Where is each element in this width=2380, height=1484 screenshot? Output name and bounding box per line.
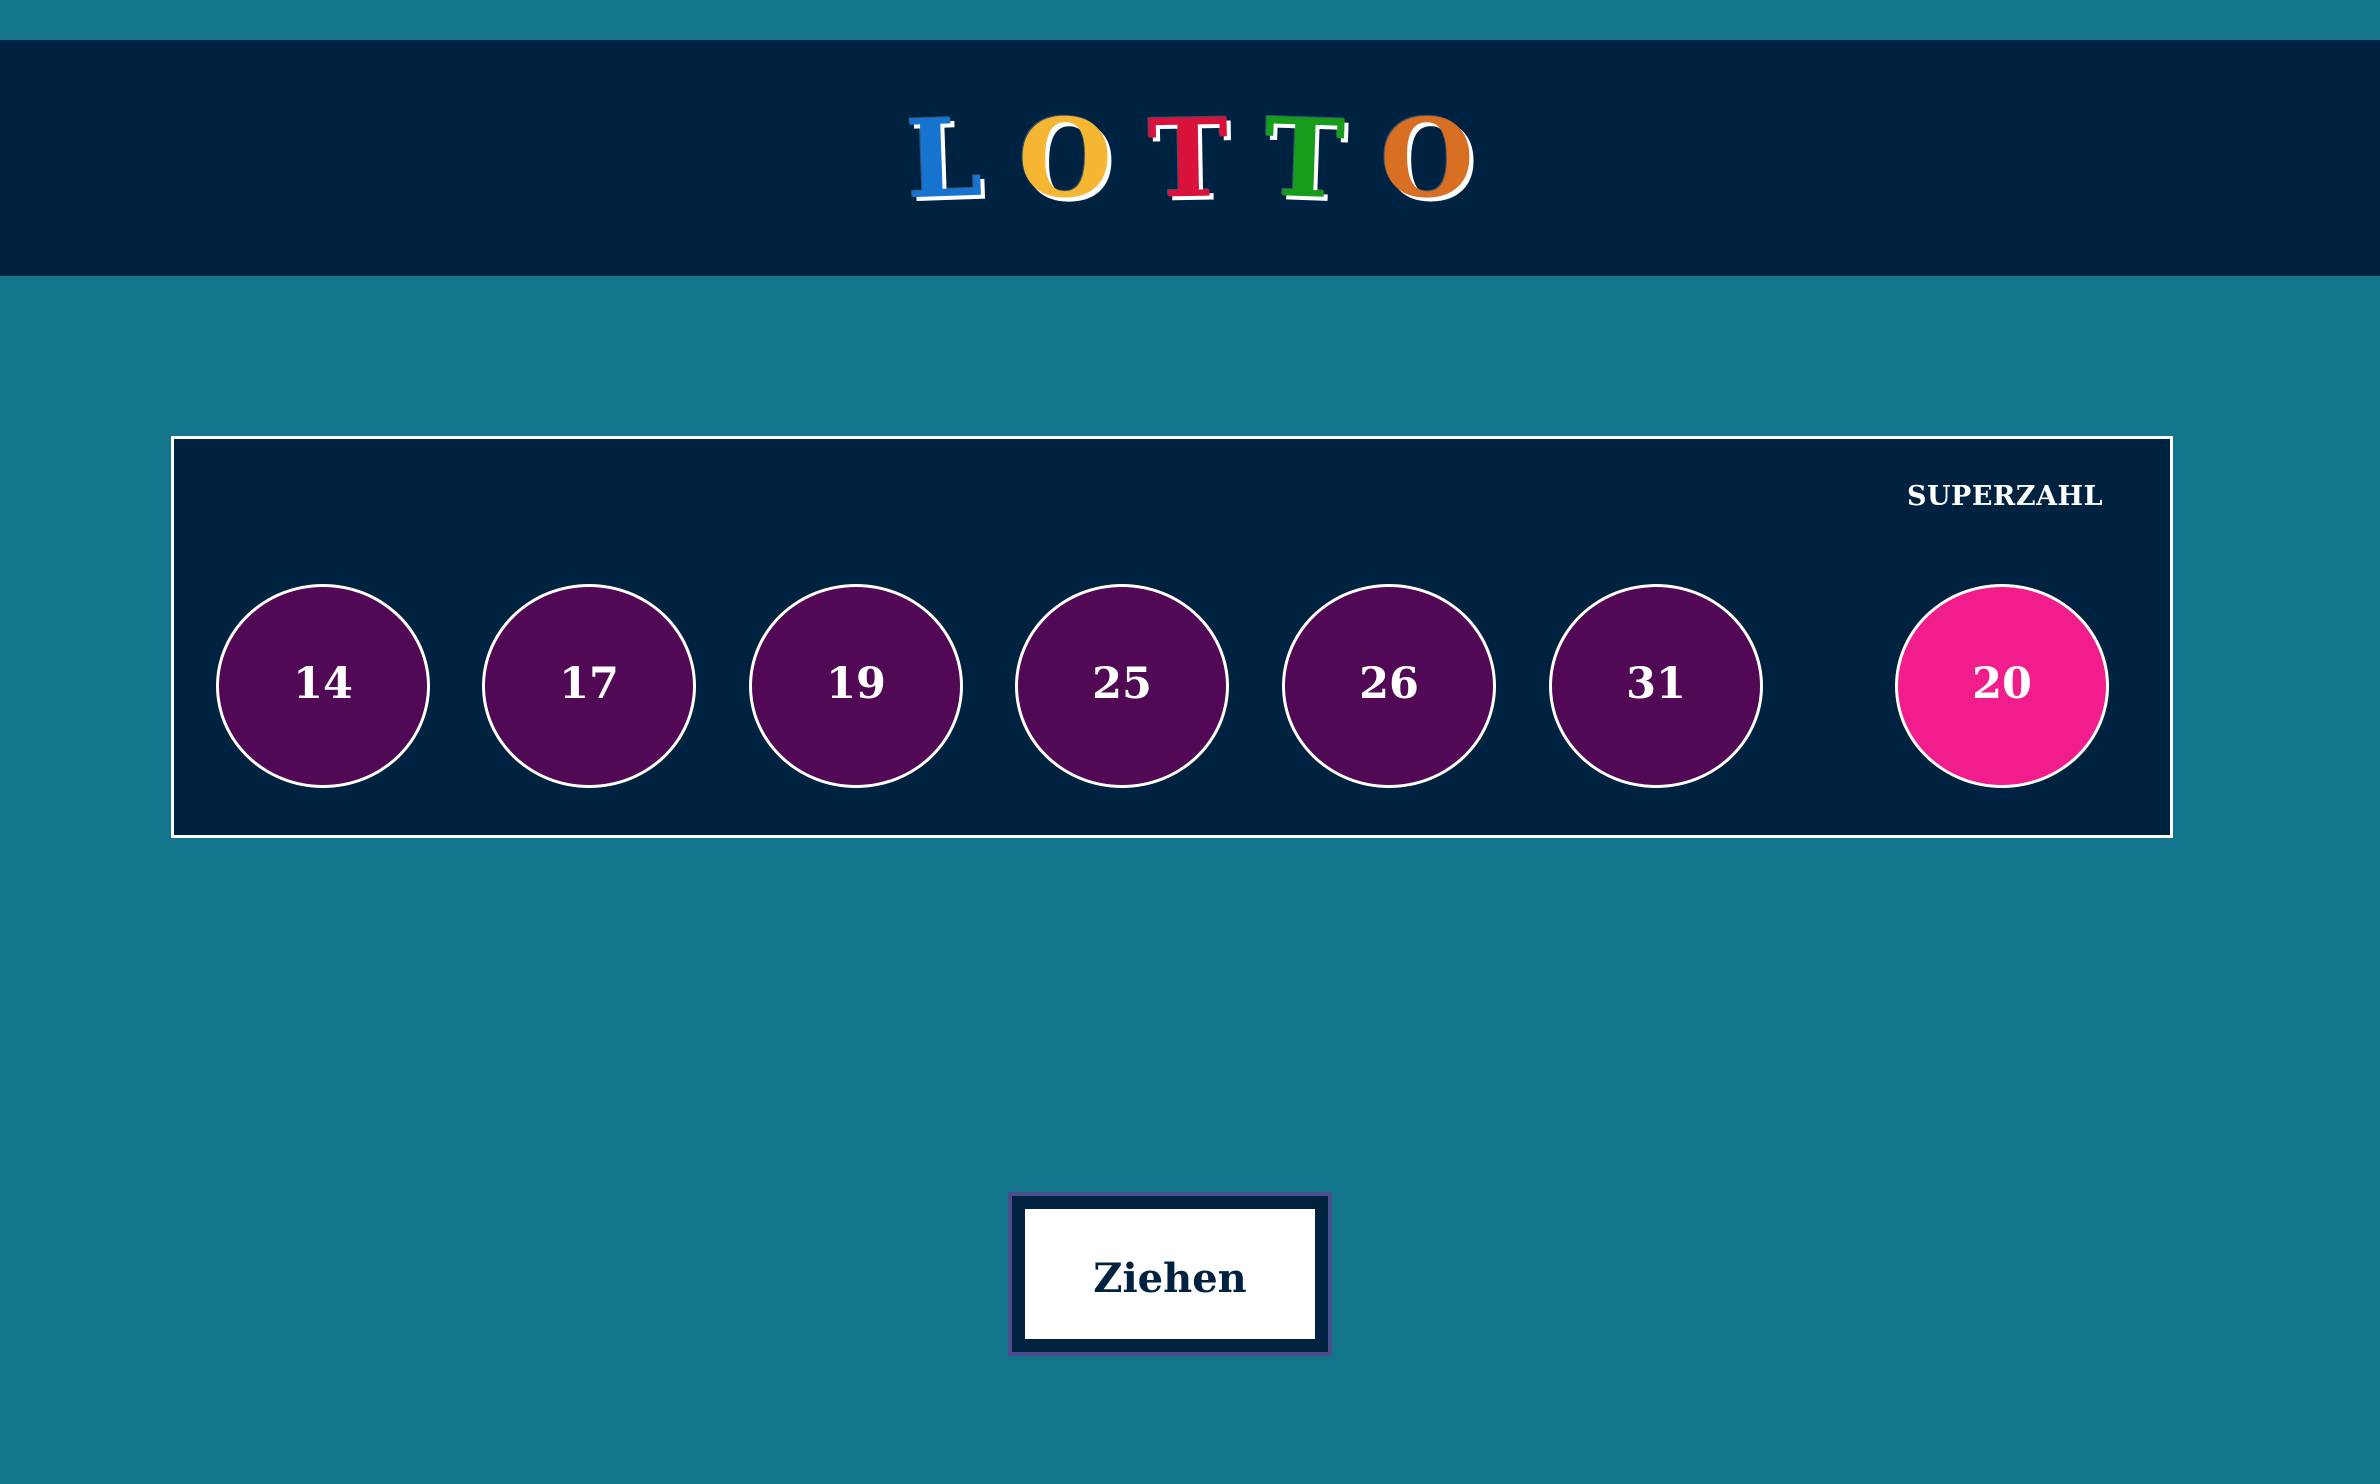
logo-letter-t: T <box>1146 95 1230 223</box>
lotto-ball: 31 <box>1549 584 1763 788</box>
app-header: L O T T O <box>0 40 2380 276</box>
lotto-logo: L O T T O <box>903 94 1476 224</box>
superzahl-label: SUPERZAHL <box>1907 481 2104 512</box>
superzahl-ball: 20 <box>1895 584 2109 788</box>
lotto-ball-number: 26 <box>1359 658 1419 709</box>
lotto-ball: 17 <box>482 584 696 788</box>
lotto-ball-number: 31 <box>1626 658 1686 709</box>
superzahl-number: 20 <box>1972 658 2032 709</box>
lotto-ball-number: 19 <box>826 658 886 709</box>
lotto-ball: 26 <box>1282 584 1496 788</box>
lotto-ball-number: 14 <box>293 658 353 709</box>
draw-button-label: Ziehen <box>1093 1255 1247 1302</box>
lotto-ball: 19 <box>749 584 963 788</box>
lotto-ball: 14 <box>216 584 430 788</box>
lotto-ball-number: 25 <box>1092 658 1152 709</box>
lottery-draw-panel: SUPERZAHL 14 17 19 25 26 31 20 <box>171 436 2173 838</box>
logo-letter-o: O <box>1379 95 1476 223</box>
logo-letter-t: T <box>1261 94 1347 224</box>
lotto-ball-number: 17 <box>559 658 619 709</box>
logo-letter-o: O <box>1016 95 1113 223</box>
lotto-ball: 25 <box>1015 584 1229 788</box>
draw-button[interactable]: Ziehen <box>1008 1192 1332 1356</box>
logo-letter-l: L <box>903 94 984 224</box>
